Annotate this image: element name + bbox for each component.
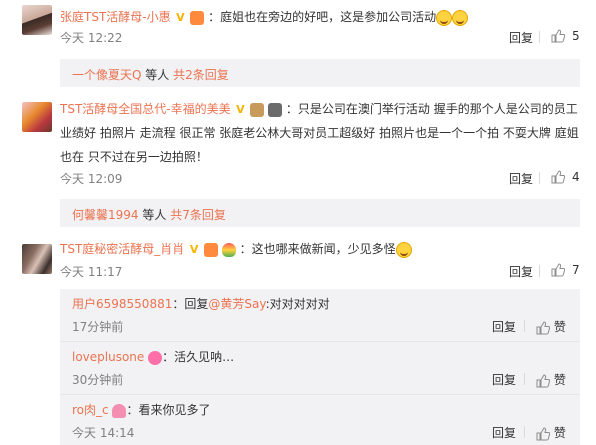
sub-reply-username[interactable]: ro肉_c: [72, 403, 109, 417]
sub-reply-line: loveplusone ：活久见呐…: [72, 348, 234, 365]
divider: [539, 31, 540, 43]
separator: [60, 341, 580, 342]
comment-username[interactable]: TST庭秘密活酵母_肖肖: [60, 242, 184, 256]
sub-reply-username[interactable]: 用户6598550881: [72, 297, 172, 311]
like-button[interactable]: [551, 29, 565, 43]
panda-badge-icon: [268, 102, 283, 117]
reply-names[interactable]: 一个像夏天Q: [72, 68, 141, 82]
more-replies-panel[interactable]: 何馨馨1994 等人 共7条回复: [60, 199, 580, 227]
balloon-badge-icon: [221, 242, 236, 257]
butterfly-badge-icon: [112, 403, 127, 418]
like-label[interactable]: 赞: [554, 320, 566, 334]
reply-button[interactable]: 回复: [492, 424, 516, 441]
divider: [524, 373, 525, 385]
thumb-up-icon: [536, 426, 550, 440]
thumb-up-icon: [536, 320, 550, 334]
like-button[interactable]: [551, 263, 565, 277]
comment-username[interactable]: 张庭TST活酵母-小惠: [60, 10, 171, 24]
comment-time: 今天 12:22: [60, 31, 123, 45]
like-label[interactable]: 赞: [554, 426, 566, 440]
thumb-up-icon: [536, 373, 550, 387]
laugh-emoji-icon: [436, 9, 453, 26]
thumb-up-icon: [551, 263, 565, 277]
donut-badge-icon: [148, 350, 163, 365]
more-replies-link[interactable]: 一个像夏天Q 等人 共2条回复: [72, 66, 229, 83]
reply-button[interactable]: 回复: [492, 371, 516, 388]
reply-mid: 等人: [142, 208, 167, 222]
owl-badge-icon: [250, 102, 265, 117]
avatar[interactable]: [22, 102, 52, 132]
like-count: 7: [572, 263, 580, 277]
like-button[interactable]: 赞: [536, 424, 566, 441]
verified-v-icon: V: [236, 102, 245, 116]
like-count: 4: [572, 170, 580, 184]
verified-v-icon: V: [176, 10, 185, 24]
comment-text: ：这也哪来做新闻，少见多怪: [239, 242, 396, 256]
like-count: 5: [572, 29, 580, 43]
laugh-emoji-icon: [395, 241, 412, 258]
reply-button[interactable]: 回复: [492, 318, 516, 335]
verified-v-icon: V: [189, 242, 199, 256]
thumb-up-icon: [551, 170, 565, 184]
comment-username[interactable]: TST活酵母全国总代-幸福的美美: [60, 102, 231, 116]
mention-link[interactable]: @黄芳Say: [208, 297, 265, 311]
reply-count[interactable]: 共7条回复: [170, 208, 226, 222]
reply-button[interactable]: 回复: [509, 29, 533, 46]
sub-reply-text: ：活久见呐…: [162, 350, 235, 364]
sub-reply-text: ：看来你见多了: [126, 403, 211, 417]
comment-3-line: TST庭秘密活酵母_肖肖 V ：这也哪来做新闻，少见多怪: [60, 238, 412, 260]
sub-reply-time: 30分钟前: [72, 373, 124, 387]
thumb-up-icon: [551, 29, 565, 43]
comment-time: 今天 11:17: [60, 265, 123, 279]
comment-1-line: 张庭TST活酵母-小惠 V ：庭姐也在旁边的好吧，这是参加公司活动: [60, 6, 469, 28]
laugh-emoji-icon: [452, 9, 469, 26]
divider: [539, 172, 540, 184]
sub-reply-text: :对对对对对: [265, 297, 330, 311]
reply-mid: 等人: [145, 68, 170, 82]
gift-badge-icon: [203, 242, 218, 257]
more-replies-panel[interactable]: 一个像夏天Q 等人 共2条回复: [60, 59, 580, 87]
sub-reply-time: 今天 14:14: [72, 426, 135, 440]
like-button[interactable]: 赞: [536, 318, 566, 335]
avatar[interactable]: [22, 244, 52, 274]
divider: [524, 320, 525, 332]
divider: [524, 426, 525, 438]
separator: [60, 394, 580, 395]
sub-reply-line: ro肉_c ：看来你见多了: [72, 401, 210, 418]
gift-badge-icon: [190, 10, 205, 25]
comment-text: ：庭姐也在旁边的好吧，这是参加公司活动: [208, 10, 437, 24]
like-button[interactable]: [551, 170, 565, 184]
more-replies-link[interactable]: 何馨馨1994 等人 共7条回复: [72, 206, 226, 223]
divider: [539, 265, 540, 277]
sub-reply-time: 17分钟前: [72, 320, 124, 334]
comment-2-body: TST活酵母全国总代-幸福的美美 V ：只是公司在澳门举行活动 握手的那个人是公…: [60, 97, 585, 169]
sub-reply-prefix: ：回复: [172, 297, 209, 311]
reply-button[interactable]: 回复: [509, 170, 533, 187]
like-label[interactable]: 赞: [554, 373, 566, 387]
sub-replies-panel: 用户6598550881：回复@黄芳Say:对对对对对 17分钟前 回复 赞 l…: [60, 289, 580, 445]
comment-time: 今天 12:09: [60, 172, 123, 186]
reply-names[interactable]: 何馨馨1994: [72, 208, 139, 222]
sub-reply-line: 用户6598550881：回复@黄芳Say:对对对对对: [72, 295, 330, 312]
sub-reply-username[interactable]: loveplusone: [72, 350, 144, 364]
avatar[interactable]: [22, 5, 52, 35]
reply-button[interactable]: 回复: [509, 263, 533, 280]
like-button[interactable]: 赞: [536, 371, 566, 388]
reply-count[interactable]: 共2条回复: [173, 68, 229, 82]
